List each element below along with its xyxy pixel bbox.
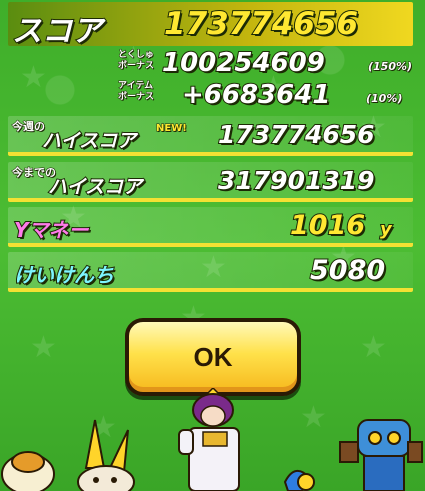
score-row: スコア 173774656 xyxy=(0,2,425,50)
weekly-highscore-row: 今週の ハイスコア NEW! 173774656 xyxy=(0,116,425,156)
item-bonus-percent: (10%) xyxy=(365,92,403,106)
special-bonus-percent: (150%) xyxy=(367,60,413,74)
weekly-label: ハイスコア xyxy=(41,129,137,153)
exp-label: けいけんち xyxy=(13,262,115,288)
score-value: 173774656 xyxy=(163,5,359,43)
ymoney-value: 1016 xyxy=(289,209,366,242)
item-bonus-value: +6683641 xyxy=(181,79,331,111)
item-bonus-label-2: ボーナス xyxy=(117,92,155,102)
weekly-prefix: 今週の xyxy=(12,120,46,133)
ok-button-label: OK xyxy=(193,341,233,372)
item-bonus-label-1: アイテム xyxy=(117,81,154,91)
ymoney-unit: y xyxy=(379,218,393,241)
alltime-label: ハイスコア xyxy=(47,175,143,199)
score-label: スコア xyxy=(11,13,103,50)
alltime-value: 317901319 xyxy=(217,165,376,196)
special-bonus-value: 100254609 xyxy=(161,47,326,79)
special-bonus-label-1: とくしゅ xyxy=(118,50,155,60)
character-left xyxy=(1,419,135,491)
ymoney-label: Yマネー xyxy=(13,217,89,243)
ok-button[interactable]: OK xyxy=(125,318,301,396)
alltime-highscore-row: 今までの ハイスコア 317901319 xyxy=(0,162,425,202)
exp-value: 5080 xyxy=(309,254,386,287)
special-bonus-label-2: ボーナス xyxy=(117,61,155,71)
new-badge: NEW! xyxy=(156,123,188,134)
exp-row: けいけんち 5080 xyxy=(0,252,425,292)
character-right xyxy=(283,419,423,491)
ymoney-row: Yマネー 1016 y xyxy=(0,207,425,247)
special-bonus-row: とくしゅ ボーナス 100254609 (150%) xyxy=(0,47,425,79)
character-center xyxy=(178,388,240,491)
item-bonus-row: アイテム ボーナス +6683641 (10%) xyxy=(0,79,425,111)
weekly-value: 173774656 xyxy=(217,119,376,150)
